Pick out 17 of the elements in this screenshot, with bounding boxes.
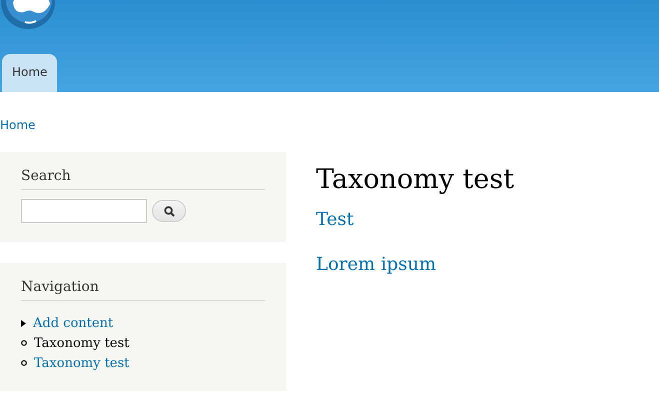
breadcrumb-link[interactable]: Home	[0, 118, 36, 132]
bullet-icon	[21, 340, 27, 346]
node-title-link[interactable]: Test	[316, 209, 514, 230]
search-field[interactable]	[21, 199, 147, 223]
search-button[interactable]	[152, 200, 186, 222]
block-title: Search	[21, 168, 265, 190]
nav-tab[interactable]: Home	[2, 54, 58, 92]
menu-link[interactable]: Taxonomy test	[34, 336, 130, 350]
triangle-icon	[21, 320, 26, 326]
menu-link[interactable]: Add content	[33, 316, 114, 330]
node-title-link[interactable]: Lorem ipsum	[316, 254, 514, 275]
block-title: Navigation	[21, 279, 265, 301]
page-title: Taxonomy test	[316, 164, 514, 195]
bullet-icon	[21, 360, 27, 366]
search-icon	[164, 206, 174, 216]
menu-link[interactable]: Taxonomy test	[34, 356, 130, 370]
logo-icon[interactable]	[0, 0, 57, 29]
